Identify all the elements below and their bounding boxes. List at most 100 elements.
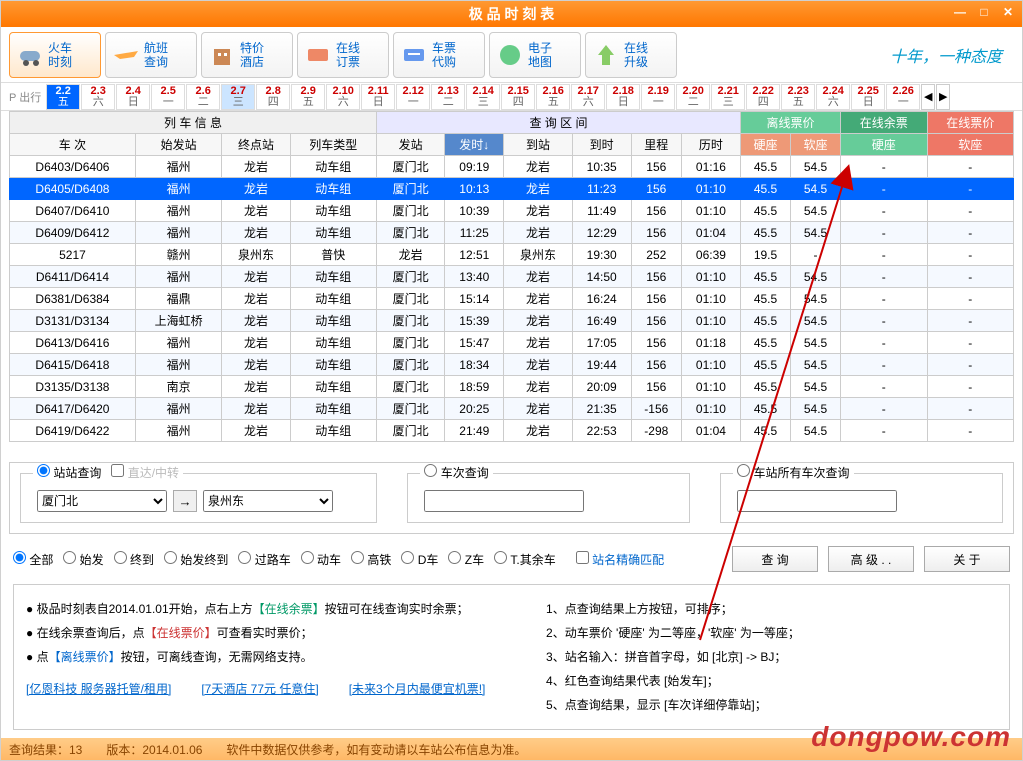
- filter-1[interactable]: 始发: [63, 553, 103, 567]
- table-row[interactable]: D6403/D6406福州龙岩动车组厦门北09:19龙岩10:3515601:1…: [10, 156, 1014, 178]
- filter-5[interactable]: 动车: [301, 553, 341, 567]
- date-cell[interactable]: 2.19一: [641, 84, 675, 110]
- tool-train-schedule[interactable]: 火车时刻: [9, 32, 101, 78]
- close-icon[interactable]: ✕: [998, 3, 1018, 21]
- table-row[interactable]: D6413/D6416福州龙岩动车组厦门北15:47龙岩17:0515601:1…: [10, 332, 1014, 354]
- table-row[interactable]: 5217赣州泉州东普快龙岩12:51泉州东19:3025206:3919.5--…: [10, 244, 1014, 266]
- upgrade-icon: [592, 41, 620, 69]
- filter-4[interactable]: 过路车: [238, 553, 290, 567]
- date-cell[interactable]: 2.14三: [466, 84, 500, 110]
- group-train-info: 列 车 信 息: [10, 112, 377, 134]
- link-idc[interactable]: [亿恩科技 服务器托管/租用]: [26, 677, 171, 701]
- col-header[interactable]: 始发站: [135, 134, 221, 156]
- train-no-input[interactable]: [424, 490, 584, 512]
- date-cell[interactable]: 2.2五: [46, 84, 80, 110]
- about-button[interactable]: 关 于: [924, 546, 1010, 572]
- group-online-price[interactable]: 在线票价: [927, 112, 1014, 134]
- date-cell[interactable]: 2.13二: [431, 84, 465, 110]
- date-cell[interactable]: 2.9五: [291, 84, 325, 110]
- tool-hotel-deals[interactable]: 特价酒店: [201, 32, 293, 78]
- table-row[interactable]: D6415/D6418福州龙岩动车组厦门北18:34龙岩19:4415601:1…: [10, 354, 1014, 376]
- table-row[interactable]: D6419/D6422福州龙岩动车组厦门北21:49龙岩22:53-29801:…: [10, 420, 1014, 442]
- col-header[interactable]: 软座: [791, 134, 841, 156]
- table-row[interactable]: D6381/D6384福鼎龙岩动车组厦门北15:14龙岩16:2415601:1…: [10, 288, 1014, 310]
- col-header[interactable]: 到站: [504, 134, 572, 156]
- date-cell[interactable]: 2.15四: [501, 84, 535, 110]
- query-button[interactable]: 查 询: [732, 546, 818, 572]
- col-header[interactable]: 硬座: [841, 134, 927, 156]
- radio-train-query[interactable]: 车次查询: [424, 466, 488, 480]
- col-header[interactable]: 发时↓: [445, 134, 504, 156]
- filter-6[interactable]: 高铁: [351, 553, 391, 567]
- swap-stations-button[interactable]: →: [173, 490, 197, 512]
- table-row[interactable]: D3131/D3134上海虹桥龙岩动车组厦门北15:39龙岩16:4915601…: [10, 310, 1014, 332]
- filter-0[interactable]: 全部: [13, 553, 53, 567]
- table-row[interactable]: D6409/D6412福州龙岩动车组厦门北11:25龙岩12:2915601:0…: [10, 222, 1014, 244]
- col-header[interactable]: 历时: [681, 134, 740, 156]
- radio-station-query[interactable]: 站站查询: [37, 466, 101, 480]
- col-header[interactable]: 列车类型: [290, 134, 376, 156]
- radio-station-all-query[interactable]: 车站所有车次查询: [737, 466, 849, 480]
- filter-7[interactable]: D车: [401, 553, 438, 567]
- col-header[interactable]: 软座: [927, 134, 1014, 156]
- tool-online-booking[interactable]: 在线订票: [297, 32, 389, 78]
- date-prefix: P 出行: [9, 89, 41, 105]
- date-cell[interactable]: 2.25日: [851, 84, 885, 110]
- table-row[interactable]: D6407/D6410福州龙岩动车组厦门北10:39龙岩11:4915601:1…: [10, 200, 1014, 222]
- tool-flight-query[interactable]: 航班查询: [105, 32, 197, 78]
- advanced-button[interactable]: 高 级 . .: [828, 546, 914, 572]
- date-cell[interactable]: 2.3六: [81, 84, 115, 110]
- minimize-icon[interactable]: —: [950, 3, 970, 21]
- date-cell[interactable]: 2.16五: [536, 84, 570, 110]
- date-cell[interactable]: 2.11日: [361, 84, 395, 110]
- date-cell[interactable]: 2.21三: [711, 84, 745, 110]
- date-cell[interactable]: 2.24六: [816, 84, 850, 110]
- main-toolbar: 火车时刻 航班查询 特价酒店 在线订票 车票代购 电子地图 在线升级 十年，一种…: [1, 27, 1022, 83]
- col-header[interactable]: 硬座: [740, 134, 790, 156]
- table-row[interactable]: D3135/D3138南京龙岩动车组厦门北18:59龙岩20:0915601:1…: [10, 376, 1014, 398]
- date-cell[interactable]: 2.26一: [886, 84, 920, 110]
- filter-9[interactable]: T.其余车: [494, 553, 556, 567]
- tool-emap[interactable]: 电子地图: [489, 32, 581, 78]
- date-cell[interactable]: 2.8四: [256, 84, 290, 110]
- col-header[interactable]: 发站: [376, 134, 444, 156]
- date-cell[interactable]: 2.18日: [606, 84, 640, 110]
- from-station-select[interactable]: 厦门北: [37, 490, 167, 512]
- date-cell[interactable]: 2.6二: [186, 84, 220, 110]
- link-flight[interactable]: [未来3个月内最便宜机票!]: [349, 677, 486, 701]
- to-station-select[interactable]: 泉州东: [203, 490, 333, 512]
- date-cell[interactable]: 2.22四: [746, 84, 780, 110]
- filter-3[interactable]: 始发终到: [164, 553, 228, 567]
- tool-ticket-agent[interactable]: 车票代购: [393, 32, 485, 78]
- table-row[interactable]: D6417/D6420福州龙岩动车组厦门北20:25龙岩21:35-15601:…: [10, 398, 1014, 420]
- filter-row: 全部 始发 终到 始发终到 过路车 动车 高铁 D车 Z车 T.其余车 站名精确…: [13, 546, 1010, 572]
- date-cell[interactable]: 2.7三: [221, 84, 255, 110]
- date-cell[interactable]: 2.20二: [676, 84, 710, 110]
- date-prev-button[interactable]: ◀: [921, 84, 935, 110]
- date-cell[interactable]: 2.12一: [396, 84, 430, 110]
- date-next-button[interactable]: ▶: [936, 84, 950, 110]
- date-cell[interactable]: 2.4日: [116, 84, 150, 110]
- filter-2[interactable]: 终到: [114, 553, 154, 567]
- group-online-ticket[interactable]: 在线余票: [841, 112, 927, 134]
- status-disclaimer: 软件中数据仅供参考，如有变动请以车站公布信息为准。: [226, 741, 526, 758]
- group-offline-price[interactable]: 离线票价: [740, 112, 840, 134]
- col-header[interactable]: 终点站: [222, 134, 290, 156]
- maximize-icon[interactable]: □: [974, 3, 994, 21]
- date-cell[interactable]: 2.5一: [151, 84, 185, 110]
- col-header[interactable]: 里程: [631, 134, 681, 156]
- col-header[interactable]: 到时: [572, 134, 631, 156]
- date-cell[interactable]: 2.23五: [781, 84, 815, 110]
- station-all-input[interactable]: [737, 490, 897, 512]
- link-hotel[interactable]: [7天酒店 77元 任意住]: [201, 677, 318, 701]
- hotel-icon: [208, 41, 236, 69]
- table-row[interactable]: D6405/D6408福州龙岩动车组厦门北10:13龙岩11:2315601:1…: [10, 178, 1014, 200]
- date-cell[interactable]: 2.10六: [326, 84, 360, 110]
- check-transfer[interactable]: 直达/中转: [111, 466, 179, 480]
- check-exact-match[interactable]: 站名精确匹配: [576, 551, 664, 568]
- tool-online-upgrade[interactable]: 在线升级: [585, 32, 677, 78]
- col-header[interactable]: 车 次: [10, 134, 136, 156]
- date-cell[interactable]: 2.17六: [571, 84, 605, 110]
- table-row[interactable]: D6411/D6414福州龙岩动车组厦门北13:40龙岩14:5015601:1…: [10, 266, 1014, 288]
- filter-8[interactable]: Z车: [448, 553, 484, 567]
